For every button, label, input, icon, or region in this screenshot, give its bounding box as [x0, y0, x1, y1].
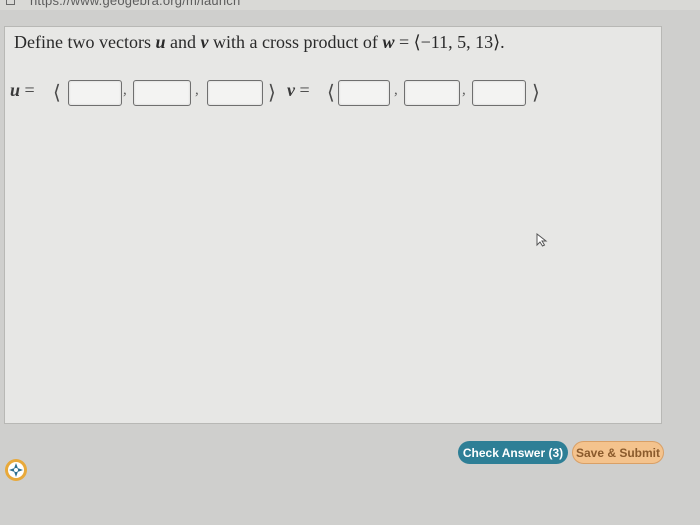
w-symbol: w: [382, 32, 395, 52]
mid-text: with a cross product of: [208, 32, 383, 52]
v-entry-3[interactable]: [472, 80, 526, 106]
v-open-bracket: ⟨: [327, 82, 335, 104]
v-label: v: [287, 80, 295, 100]
page-icon: [6, 0, 15, 5]
v-entry-1[interactable]: [338, 80, 390, 106]
and-text: and: [165, 32, 201, 52]
v-entry-2[interactable]: [404, 80, 460, 106]
u-open-bracket: ⟨: [53, 82, 61, 104]
check-answer-button[interactable]: Check Answer (3): [458, 441, 568, 464]
u-vector-label: u =: [10, 80, 35, 101]
u-comma-1: ,: [123, 82, 127, 98]
browser-url-bar[interactable]: https://www.geogebra.org/m/launch: [0, 0, 700, 10]
v-comma-2: ,: [462, 82, 466, 98]
url-text: https://www.geogebra.org/m/launch: [30, 0, 241, 8]
u-entry-2[interactable]: [133, 80, 191, 106]
u-label: u: [10, 80, 21, 100]
u-entry-1[interactable]: [68, 80, 122, 106]
v-vector-label: v =: [287, 80, 310, 101]
u-equals: =: [20, 80, 35, 100]
save-submit-button[interactable]: Save & Submit: [572, 441, 664, 464]
u-comma-2: ,: [195, 82, 199, 98]
v-equals: =: [295, 80, 310, 100]
v-close-bracket: ⟩: [532, 82, 540, 104]
prompt-start: Define two vectors: [14, 32, 156, 52]
u-symbol: u: [155, 32, 166, 52]
w-value: = ⟨−11, 5, 13⟩.: [394, 32, 505, 52]
v-comma-1: ,: [394, 82, 398, 98]
cursor-arrow-icon: [536, 233, 548, 247]
u-entry-3[interactable]: [207, 80, 263, 106]
navigation-compass-icon[interactable]: [4, 458, 28, 482]
question-prompt: Define two vectors u and v with a cross …: [14, 32, 505, 53]
u-close-bracket: ⟩: [268, 82, 276, 104]
